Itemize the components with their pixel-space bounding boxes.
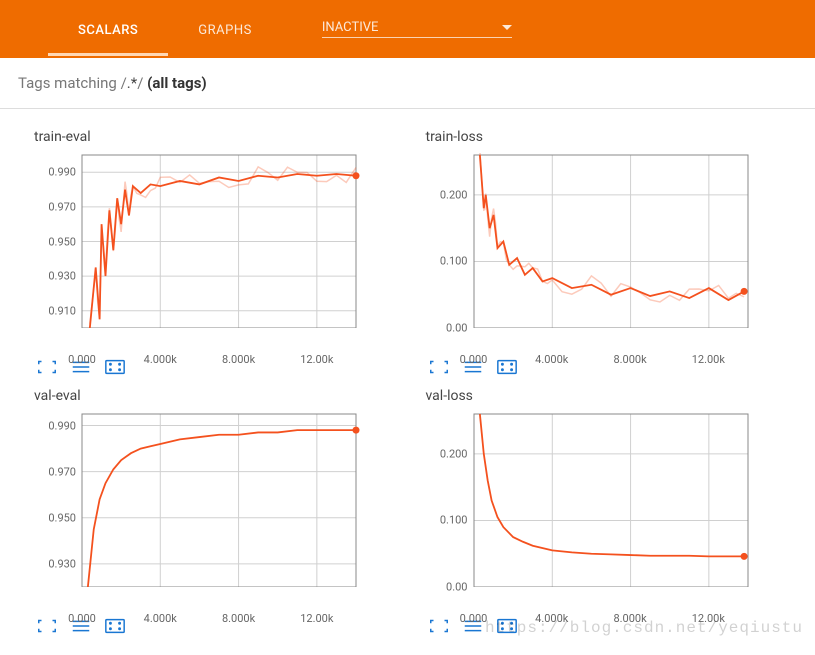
chart-title[interactable]: train-eval xyxy=(34,129,394,145)
filter-suffix: / xyxy=(137,74,147,92)
app-header: SCALARS GRAPHS INACTIVE xyxy=(0,0,815,58)
ytick: 0.970 xyxy=(30,200,76,213)
xtick: 12.00k xyxy=(692,353,725,366)
chevron-down-icon xyxy=(502,25,512,31)
filter-note: (all tags) xyxy=(147,74,207,92)
xtick: 0.000 xyxy=(68,353,96,366)
ytick: 0.930 xyxy=(30,270,76,283)
ytick: 0.950 xyxy=(30,511,76,524)
xtick: 4.000k xyxy=(535,353,568,366)
panel-grid: train-eval0.9100.9300.9500.9700.9900.000… xyxy=(0,109,815,645)
fit-domain-icon[interactable] xyxy=(104,617,126,635)
ytick: 0.950 xyxy=(30,235,76,248)
expand-icon[interactable] xyxy=(36,358,58,376)
ytick: 0.970 xyxy=(30,465,76,478)
xtick: 8.000k xyxy=(222,612,255,625)
fit-domain-icon[interactable] xyxy=(496,617,518,635)
chart-val_eval[interactable]: 0.9300.9500.9700.9900.0004.000k8.000k12.… xyxy=(30,412,360,607)
ytick: 0.200 xyxy=(422,188,468,201)
filter-regex: .* xyxy=(127,74,137,92)
xtick: 4.000k xyxy=(144,353,177,366)
expand-icon[interactable] xyxy=(36,617,58,635)
xtick: 0.000 xyxy=(460,612,488,625)
xtick: 0.000 xyxy=(68,612,96,625)
tab-graphs[interactable]: GRAPHS xyxy=(168,3,282,56)
panel-val_loss: val-loss 0.00 0.100 0.200 0.000 4.000k 8.000k 1… xyxy=(422,382,786,635)
ytick: 0.100 xyxy=(422,255,468,268)
inactive-label: INACTIVE xyxy=(322,20,494,35)
xtick: 8.000k xyxy=(222,353,255,366)
ytick: 0.990 xyxy=(30,166,76,179)
panel-train_eval: train-eval 0.910 0.930 0.950 0.970 0.990 0.000… xyxy=(30,123,394,376)
chart-title[interactable]: val-eval xyxy=(34,388,394,404)
expand-icon[interactable] xyxy=(428,617,450,635)
tab-scalars[interactable]: SCALARS xyxy=(48,3,168,56)
chart-train_loss[interactable]: 0.000.1000.2000.0004.000k8.000k12.00k xyxy=(422,153,752,348)
expand-icon[interactable] xyxy=(428,358,450,376)
chart-title[interactable]: train-loss xyxy=(426,129,786,145)
ytick: 0.00 xyxy=(422,322,468,335)
chart-title[interactable]: val-loss xyxy=(426,388,786,404)
xtick: 8.000k xyxy=(613,612,646,625)
xtick: 4.000k xyxy=(144,612,177,625)
panel-train_loss: train-loss 0.00 0.100 0.200 0.000 4.000k 8.000… xyxy=(422,123,786,376)
ytick: 0.00 xyxy=(422,581,468,594)
panel-val_eval: val-eval 0.930 0.950 0.970 0.990 0.000 4.000k 8… xyxy=(30,382,394,635)
tab-bar: SCALARS GRAPHS xyxy=(48,3,282,56)
ytick: 0.930 xyxy=(30,557,76,570)
filter-prefix: Tags matching / xyxy=(18,74,127,92)
chart-train_eval[interactable]: 0.9100.9300.9500.9700.9900.0004.000k8.00… xyxy=(30,153,360,348)
ytick: 0.910 xyxy=(30,304,76,317)
fit-domain-icon[interactable] xyxy=(496,358,518,376)
xtick: 0.000 xyxy=(460,353,488,366)
ytick: 0.100 xyxy=(422,514,468,527)
chart-val_loss[interactable]: 0.000.1000.2000.0004.000k8.000k12.00k xyxy=(422,412,752,607)
xtick: 12.00k xyxy=(692,612,725,625)
xtick: 12.00k xyxy=(300,353,333,366)
tag-filter[interactable]: Tags matching /.*/ (all tags) xyxy=(0,58,815,109)
fit-domain-icon[interactable] xyxy=(104,358,126,376)
ytick: 0.990 xyxy=(30,419,76,432)
xtick: 8.000k xyxy=(613,353,646,366)
xtick: 12.00k xyxy=(300,612,333,625)
xtick: 4.000k xyxy=(535,612,568,625)
ytick: 0.200 xyxy=(422,447,468,460)
inactive-dropdown[interactable]: INACTIVE xyxy=(322,20,512,38)
